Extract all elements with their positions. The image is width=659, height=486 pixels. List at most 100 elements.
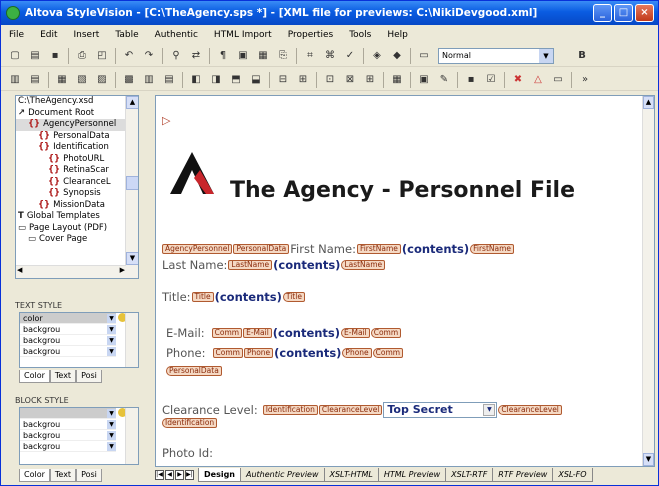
prop-row[interactable]: backgrou ▼: [20, 430, 116, 441]
table-properties-icon[interactable]: ⊡: [322, 72, 338, 88]
append-column-icon[interactable]: ▩: [121, 72, 137, 88]
properties-icon[interactable]: ▭: [416, 48, 432, 64]
markup-icon[interactable]: ▣: [416, 72, 432, 88]
edit-pen-icon[interactable]: ✎: [436, 72, 452, 88]
validate-icon[interactable]: ☑: [483, 72, 499, 88]
overflow-chevron-icon[interactable]: »: [577, 72, 593, 88]
scroll-up-arrow[interactable]: ▲: [126, 96, 138, 109]
props-scrollbar[interactable]: [125, 408, 138, 464]
scroll-down-arrow[interactable]: ▼: [643, 453, 654, 466]
bold-button[interactable]: B: [574, 48, 590, 64]
style-select[interactable]: Normal ▼: [438, 47, 554, 64]
menu-edit[interactable]: Edit: [32, 30, 65, 40]
replace-icon[interactable]: ⇄: [188, 48, 204, 64]
undo-icon[interactable]: ↶: [121, 48, 137, 64]
table-rows-icon[interactable]: ▤: [27, 72, 43, 88]
prop-row[interactable]: color ▼: [20, 313, 116, 324]
tree-item[interactable]: {} ClearanceL: [16, 177, 138, 189]
scroll-left-arrow[interactable]: ◀: [17, 266, 22, 274]
insert-table-icon[interactable]: ▦: [255, 48, 271, 64]
split-horizontal-icon[interactable]: ⊟: [275, 72, 291, 88]
open-file-icon[interactable]: ▤: [27, 48, 43, 64]
maximize-button[interactable]: □: [614, 4, 633, 22]
tree-item[interactable]: {} Synopsis: [16, 188, 138, 200]
tab-text[interactable]: Text: [49, 469, 77, 482]
menu-authentic[interactable]: Authentic: [147, 30, 206, 40]
tab-xsl-fo[interactable]: XSL-FO: [552, 468, 593, 482]
tree-item[interactable]: {} Identification: [16, 142, 138, 154]
doc-vertical-scrollbar[interactable]: ▲ ▼: [642, 96, 654, 466]
insert-column-icon[interactable]: ▨: [94, 72, 110, 88]
props-scrollbar[interactable]: [125, 313, 138, 367]
tree-item[interactable]: ↗ Document Root: [16, 108, 138, 120]
menu-tools[interactable]: Tools: [341, 30, 379, 40]
design-view[interactable]: ▷ The Agency - Personnel File AgencyPers…: [155, 95, 655, 467]
prop-row[interactable]: backgrou ▼: [20, 335, 116, 346]
tree-item[interactable]: T Global Templates: [16, 211, 138, 223]
prop-row[interactable]: backgrou ▼: [20, 441, 116, 452]
contents-placeholder[interactable]: (contents): [402, 242, 469, 256]
tab-position[interactable]: Posi: [76, 370, 102, 383]
prop-row[interactable]: backgrou ▼: [20, 346, 116, 357]
delete-column-icon[interactable]: ▤: [161, 72, 177, 88]
tab-html-preview[interactable]: HTML Preview: [377, 468, 447, 482]
join-below-icon[interactable]: ⬓: [248, 72, 264, 88]
tab-text[interactable]: Text: [49, 370, 77, 383]
next-tab-icon[interactable]: ▶: [175, 470, 184, 480]
find-icon[interactable]: ⚲: [168, 48, 184, 64]
menu-insert[interactable]: Insert: [66, 30, 108, 40]
tree-item[interactable]: {} PhotoURL: [16, 154, 138, 166]
spellcheck-icon[interactable]: ✓: [342, 48, 358, 64]
grid-icon[interactable]: ▦: [389, 72, 405, 88]
xpath-icon[interactable]: ⌗: [302, 48, 318, 64]
first-tab-icon[interactable]: |◀: [155, 470, 164, 480]
tab-color[interactable]: Color: [19, 370, 50, 383]
delete-node-icon[interactable]: ✖: [510, 72, 526, 88]
redo-icon[interactable]: ↷: [141, 48, 157, 64]
menu-table[interactable]: Table: [107, 30, 146, 40]
tab-authentic-preview[interactable]: Authentic Preview: [240, 468, 325, 482]
tab-design[interactable]: Design: [198, 468, 241, 482]
prop-row[interactable]: backgrou ▼: [20, 419, 116, 430]
tree-item[interactable]: C:\TheAgency.xsd: [16, 96, 138, 108]
tab-position[interactable]: Posi: [76, 469, 102, 482]
template-icon[interactable]: ◆: [389, 48, 405, 64]
scroll-thumb[interactable]: [126, 176, 138, 190]
prev-tab-icon[interactable]: ◀: [165, 470, 174, 480]
insert-link-icon[interactable]: ⎘: [275, 48, 291, 64]
insert-image-icon[interactable]: ▣: [235, 48, 251, 64]
menu-html-import[interactable]: HTML Import: [206, 30, 280, 40]
paragraph-icon[interactable]: ¶: [215, 48, 231, 64]
tree-item[interactable]: {} RetinaScar: [16, 165, 138, 177]
clearance-select[interactable]: Top Secret ▼: [383, 402, 498, 418]
new-file-icon[interactable]: ▢: [7, 48, 23, 64]
table-borders-icon[interactable]: ⊠: [342, 72, 358, 88]
tree-item[interactable]: ▭ Cover Page: [16, 234, 138, 246]
tree-horizontal-scrollbar[interactable]: ◀ ▶: [16, 265, 126, 278]
minimize-button[interactable]: _: [593, 4, 612, 22]
tree-item[interactable]: {} AgencyPersonnel: [16, 119, 138, 131]
scroll-right-arrow[interactable]: ▶: [120, 266, 125, 274]
contents-placeholder[interactable]: (contents): [273, 258, 340, 272]
tree-vertical-scrollbar[interactable]: ▲ ▼: [125, 96, 138, 278]
schema-icon[interactable]: ◈: [369, 48, 385, 64]
join-right-icon[interactable]: ◨: [208, 72, 224, 88]
print-preview-icon[interactable]: ◰: [94, 48, 110, 64]
menu-properties[interactable]: Properties: [280, 30, 341, 40]
insert-row-icon[interactable]: ▦: [54, 72, 70, 88]
table-cells-icon[interactable]: ⊞: [362, 72, 378, 88]
split-vertical-icon[interactable]: ⊞: [295, 72, 311, 88]
scroll-down-arrow[interactable]: ▼: [126, 252, 138, 265]
menu-file[interactable]: File: [1, 30, 32, 40]
tree-item[interactable]: {} PersonalData: [16, 131, 138, 143]
delete-row-icon[interactable]: ▥: [141, 72, 157, 88]
remove-element-icon[interactable]: △: [530, 72, 546, 88]
contents-placeholder[interactable]: (contents): [274, 346, 341, 360]
close-button[interactable]: ×: [635, 4, 654, 22]
tab-rtf-preview[interactable]: RTF Preview: [492, 468, 554, 482]
tree-item[interactable]: ▭ Page Layout (PDF): [16, 223, 138, 235]
scroll-up-arrow[interactable]: ▲: [643, 96, 654, 109]
tree-item[interactable]: {} MissionData: [16, 200, 138, 212]
view-icon[interactable]: ▭: [550, 72, 566, 88]
tab-color[interactable]: Color: [19, 469, 50, 482]
